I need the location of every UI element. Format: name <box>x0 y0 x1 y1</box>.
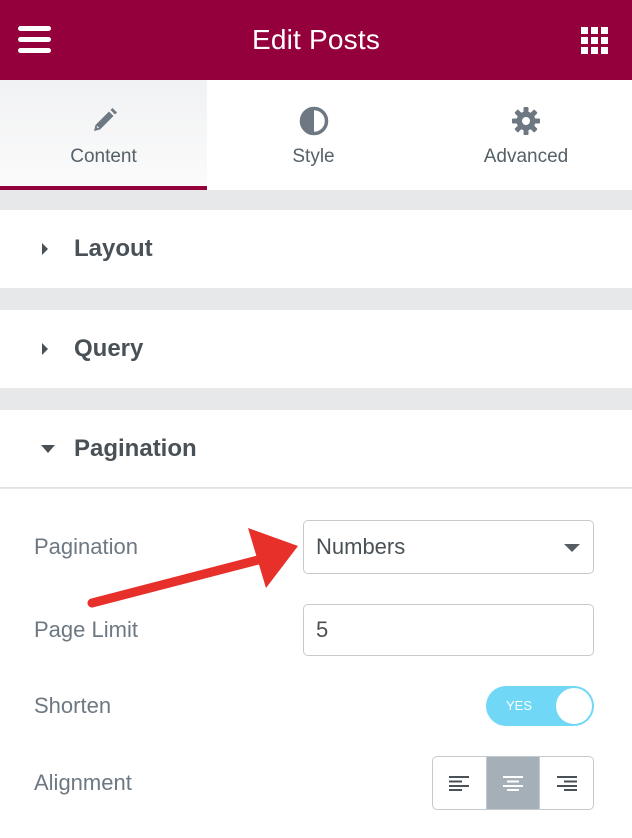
page-limit-input[interactable]: 5 <box>303 604 594 656</box>
panel-header: Edit Posts <box>0 0 632 80</box>
gear-icon <box>511 106 541 136</box>
align-left-button[interactable] <box>433 757 487 809</box>
tab-content[interactable]: Content <box>0 80 207 190</box>
align-right-icon <box>556 776 577 791</box>
toggle-text: YES <box>506 698 533 713</box>
section-pagination[interactable]: Pagination <box>0 410 632 488</box>
pagination-select-value: Numbers <box>316 534 406 559</box>
pagination-select[interactable]: Numbers <box>303 520 594 574</box>
shorten-label: Shorten <box>34 693 112 718</box>
section-query[interactable]: Query <box>0 310 632 388</box>
align-center-button[interactable] <box>486 757 541 809</box>
tab-style-label: Style <box>292 146 335 167</box>
caret-down-icon <box>0 444 74 454</box>
tab-advanced-label: Advanced <box>483 146 569 167</box>
page-title: Edit Posts <box>251 24 381 55</box>
alignment-control <box>432 756 594 810</box>
panel-tabs: Content Style Advanced <box>0 80 632 190</box>
alignment-label: Alignment <box>34 770 132 795</box>
section-pagination-title: Pagination <box>74 434 197 462</box>
section-query-title: Query <box>74 335 144 362</box>
page-limit-value: 5 <box>316 617 329 642</box>
align-left-icon <box>449 776 470 791</box>
widgets-grid-icon[interactable] <box>581 27 608 54</box>
align-right-button[interactable] <box>540 757 593 809</box>
caret-right-icon <box>0 342 74 356</box>
pencil-icon <box>89 106 119 136</box>
tab-style[interactable]: Style <box>207 80 420 190</box>
section-layout-title: Layout <box>74 235 153 262</box>
section-layout[interactable]: Layout <box>0 210 632 288</box>
align-center-icon <box>503 776 523 791</box>
caret-right-icon <box>0 242 74 256</box>
menu-icon[interactable] <box>18 26 51 54</box>
shorten-toggle[interactable]: YES <box>486 686 594 726</box>
half-circle-icon <box>299 106 329 136</box>
tab-advanced[interactable]: Advanced <box>420 80 632 190</box>
chevron-down-icon <box>564 544 580 552</box>
tab-content-label: Content <box>70 146 137 167</box>
pagination-label: Pagination <box>34 534 138 559</box>
page-limit-label: Page Limit <box>34 617 138 642</box>
toggle-knob <box>556 688 592 724</box>
